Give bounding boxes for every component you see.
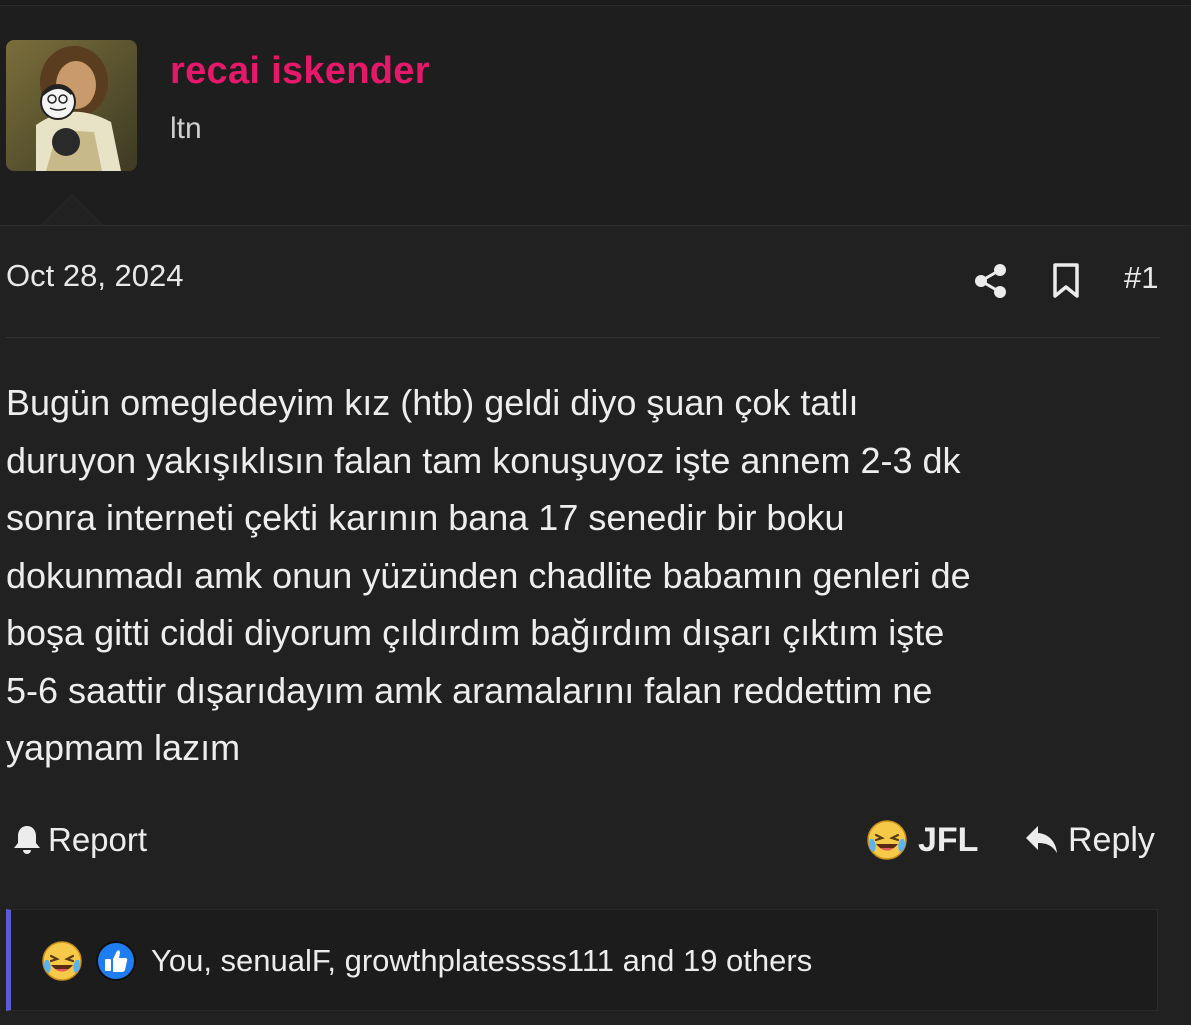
laughing-crying-icon: [867, 820, 907, 860]
share-icon[interactable]: [972, 262, 1010, 300]
user-avatar[interactable]: [6, 40, 137, 171]
reactions-summary-link[interactable]: You, senualF, growthplatessss111 and 19 …: [151, 943, 812, 979]
reply-label: Reply: [1068, 820, 1155, 859]
meta-divider: [6, 337, 1160, 338]
reactions-icons: [41, 940, 137, 982]
report-label: Report: [48, 821, 148, 858]
post-actions-row: Report JFL Reply: [0, 810, 1191, 874]
jfl-label: JFL: [918, 820, 979, 859]
reply-button[interactable]: Reply: [1024, 818, 1155, 862]
post-date[interactable]: Oct 28, 2024: [6, 258, 184, 294]
jfl-reaction-button[interactable]: JFL: [866, 818, 978, 862]
report-button[interactable]: Report: [12, 820, 147, 860]
reactions-bar: You, senualF, growthplatessss111 and 19 …: [6, 909, 1158, 1011]
post-body: Bugün omegledeyim kız (htb) geldi diyo ş…: [6, 382, 971, 768]
username[interactable]: recai iskender: [170, 50, 430, 93]
post-number-link[interactable]: #1: [1124, 260, 1158, 296]
header-pointer: [43, 196, 101, 225]
post-user-header: recai iskender ltn: [0, 5, 1191, 226]
reply-arrow-icon: [1026, 826, 1057, 853]
laughing-crying-icon: [42, 941, 82, 981]
bookmark-icon[interactable]: [1050, 262, 1082, 300]
bell-icon: [14, 826, 40, 854]
post-meta-row: Oct 28, 2024 #1: [0, 240, 1191, 336]
user-title: ltn: [170, 112, 202, 145]
thumbs-up-icon: [96, 941, 136, 981]
